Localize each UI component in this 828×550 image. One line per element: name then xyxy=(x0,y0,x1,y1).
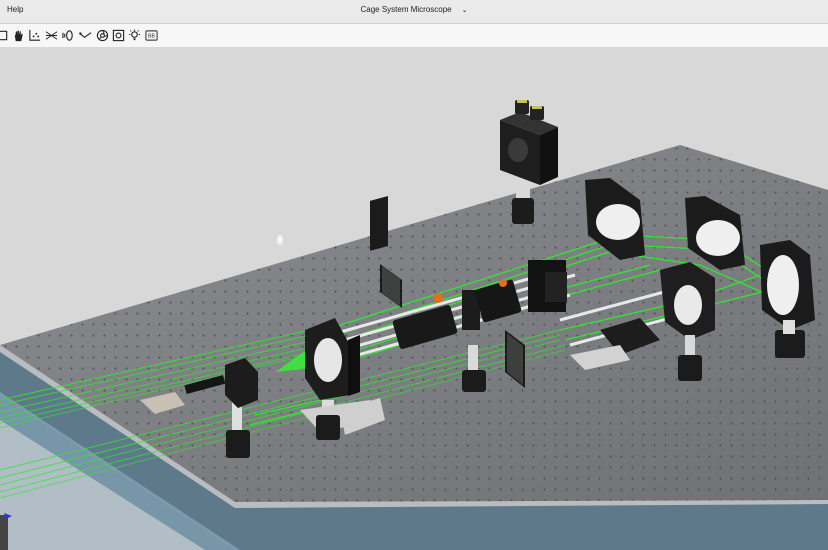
fit-view-icon[interactable] xyxy=(111,27,125,43)
document-title: Cage System Microscope xyxy=(360,5,452,14)
scene-marker xyxy=(277,235,283,245)
rays-icon[interactable] xyxy=(44,27,58,43)
chevron-down-icon: ⌄ xyxy=(461,7,468,14)
axes-icon[interactable] xyxy=(27,27,41,43)
bounding-box-label: BB xyxy=(148,33,155,39)
edge-object xyxy=(0,515,8,550)
pan-hand-icon[interactable] xyxy=(11,27,25,43)
toolbar: BB xyxy=(0,24,828,48)
lens-icon[interactable] xyxy=(61,27,75,43)
title-bar: Help Cage System Microscope ⌄ xyxy=(0,0,828,24)
aperture-icon[interactable] xyxy=(95,27,109,43)
light-icon[interactable] xyxy=(127,27,141,43)
select-box-icon[interactable] xyxy=(0,27,9,43)
optical-scene[interactable] xyxy=(0,48,828,550)
bounding-box-icon[interactable]: BB xyxy=(144,27,158,43)
document-title-dropdown[interactable]: Cage System Microscope ⌄ xyxy=(0,5,828,14)
beam-path-icon[interactable] xyxy=(78,27,92,43)
3d-viewport[interactable] xyxy=(0,48,828,550)
